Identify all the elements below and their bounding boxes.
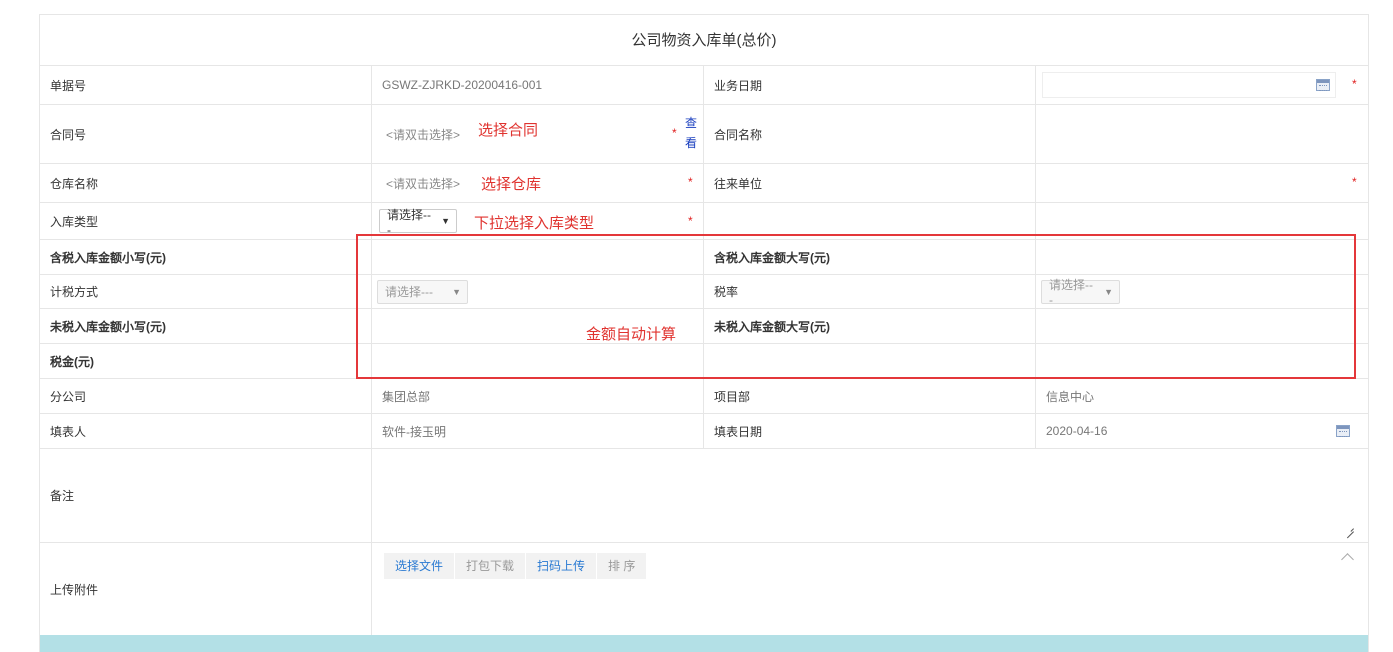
form-title: 公司物资入库单(总价)	[40, 15, 1368, 66]
scan-upload-button[interactable]: 扫码上传	[526, 553, 597, 579]
doc-no-value: GSWZ-ZJRKD-20200416-001	[382, 78, 543, 92]
inbound-type-label: 入库类型	[50, 214, 99, 229]
partner-unit-label: 往来单位	[714, 176, 763, 191]
resize-handle-icon[interactable]	[1346, 524, 1354, 532]
row-contract: 合同号 <请双击选择> * 查看 合同名称	[40, 105, 1368, 164]
calendar-icon[interactable]	[1336, 425, 1350, 437]
bottom-toolbar	[40, 635, 1368, 652]
chevron-up-icon[interactable]	[1341, 553, 1354, 566]
branch-label: 分公司	[50, 389, 87, 404]
row-filler: 填表人 软件-接玉明 填表日期 2020-04-16	[40, 414, 1368, 449]
annotation-choose-contract: 选择合同	[478, 122, 539, 139]
contract-name-label: 合同名称	[714, 127, 763, 142]
annotation-highlight-box	[356, 234, 1356, 379]
choose-file-button[interactable]: 选择文件	[384, 553, 455, 579]
required-mark: *	[688, 175, 693, 189]
attachment-label: 上传附件	[50, 583, 99, 597]
tax-incl-amount-num-label: 含税入库金额小写(元)	[50, 250, 166, 265]
partner-unit-field[interactable]: *	[1036, 164, 1368, 202]
filler-value: 软件-接玉明	[382, 424, 446, 439]
warehouse-name-label: 仓库名称	[50, 176, 99, 191]
inbound-type-selected: 请选择---	[387, 207, 431, 237]
row-warehouse: 仓库名称 <请双击选择> * 往来单位 *	[40, 164, 1368, 203]
annotation-choose-inbound-type: 下拉选择入库类型	[474, 215, 595, 232]
tax-excl-amount-num-label: 未税入库金额小写(元)	[50, 319, 166, 334]
required-mark: *	[1352, 77, 1357, 91]
biz-date-input[interactable]	[1042, 72, 1336, 98]
contract-no-placeholder: <请双击选择>	[386, 127, 461, 142]
pack-download-button[interactable]: 打包下载	[455, 553, 526, 579]
remark-label: 备注	[50, 489, 75, 503]
sort-button[interactable]: 排 序	[597, 553, 647, 579]
contract-no-label: 合同号	[50, 127, 87, 142]
project-dept-label: 项目部	[714, 389, 751, 404]
required-mark: *	[1352, 175, 1357, 189]
row-branch: 分公司 集团总部 项目部 信息中心	[40, 379, 1368, 414]
row-attachment: 上传附件 选择文件 打包下载 扫码上传 排 序	[40, 543, 1368, 636]
calendar-icon[interactable]	[1316, 79, 1330, 91]
triangle-down-icon: ▼	[441, 216, 450, 226]
fill-date-label: 填表日期	[714, 424, 763, 439]
fill-date-value: 2020-04-16	[1046, 424, 1108, 438]
branch-value: 集团总部	[382, 389, 431, 404]
row-doc-no: 单据号 GSWZ-ZJRKD-20200416-001 业务日期 *	[40, 66, 1368, 105]
biz-date-label: 业务日期	[714, 78, 763, 93]
inbound-type-select[interactable]: 请选择--- ▼	[379, 208, 457, 237]
tax-amount-label: 税金(元)	[50, 354, 94, 369]
view-contract-link[interactable]: 查看	[684, 113, 698, 153]
warehouse-name-placeholder: <请双击选择>	[386, 176, 461, 191]
tax-method-label: 计税方式	[50, 285, 99, 299]
doc-no-label: 单据号	[50, 78, 87, 93]
row-remark: 备注	[40, 449, 1368, 543]
remark-textarea[interactable]	[372, 449, 1368, 542]
fill-date-field[interactable]: 2020-04-16	[1036, 414, 1368, 448]
project-dept-value: 信息中心	[1046, 389, 1095, 404]
required-mark: *	[688, 214, 693, 228]
required-mark: *	[672, 126, 677, 140]
annotation-choose-warehouse: 选择仓库	[481, 176, 542, 193]
filler-label: 填表人	[50, 424, 87, 439]
